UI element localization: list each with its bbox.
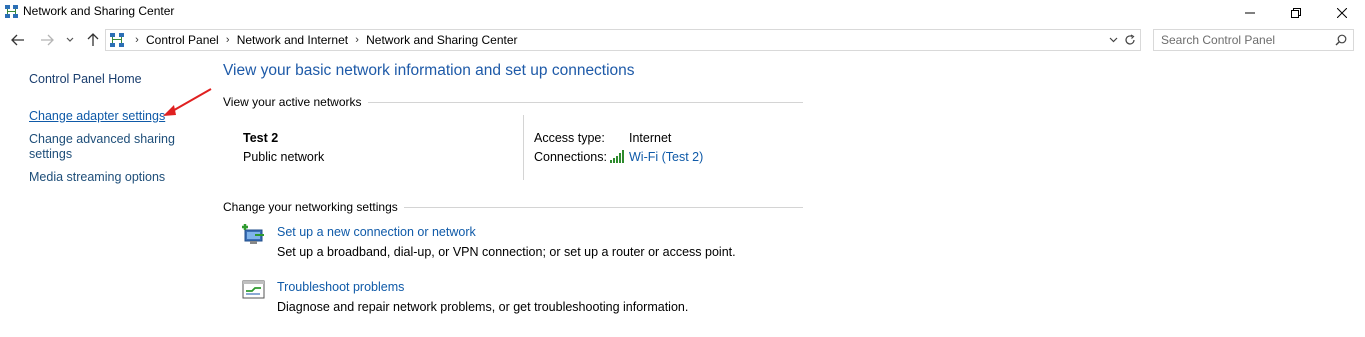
chevron-right-icon: ›	[355, 34, 359, 46]
setup-new-connection-link[interactable]: Set up a new connection or network	[277, 225, 476, 239]
change-settings-header: Change your networking settings	[223, 200, 803, 214]
access-type-value: Internet	[629, 131, 672, 145]
window-title: Network and Sharing Center	[23, 4, 175, 18]
up-button[interactable]	[84, 30, 102, 50]
close-icon	[1337, 7, 1347, 18]
refresh-button[interactable]	[1122, 32, 1138, 48]
connections-label: Connections:	[534, 150, 607, 164]
section-divider	[403, 206, 803, 208]
chevron-right-icon: ›	[225, 34, 230, 46]
search-icon[interactable]	[1335, 34, 1347, 46]
control-panel-icon	[110, 33, 124, 47]
address-history-button[interactable]	[1106, 32, 1120, 48]
troubleshoot-problems-link[interactable]: Troubleshoot problems	[277, 280, 404, 294]
breadcrumb-control-panel[interactable]: Control Panel	[146, 33, 219, 47]
maximize-icon	[1291, 7, 1301, 18]
close-button[interactable]	[1319, 0, 1365, 25]
active-networks-header: View your active networks	[223, 95, 803, 109]
chevron-down-icon	[66, 37, 74, 42]
vertical-divider	[523, 115, 524, 180]
change-advanced-sharing-settings-link[interactable]: Change advanced sharing settings	[29, 132, 179, 162]
back-button[interactable]	[9, 30, 27, 50]
network-type: Public network	[243, 150, 325, 164]
network-name: Test 2	[243, 131, 279, 145]
chevron-right-icon: ›	[135, 34, 139, 46]
page-title: View your basic network information and …	[223, 62, 635, 79]
navigation-bar: › Control Panel › Network and Internet ›…	[0, 28, 1365, 52]
arrow-right-icon	[41, 34, 54, 46]
forward-button[interactable]	[38, 30, 56, 50]
search-input[interactable]	[1154, 30, 1334, 50]
access-type-label: Access type:	[534, 131, 605, 145]
breadcrumb-network-sharing-center[interactable]: Network and Sharing Center	[366, 33, 517, 47]
recent-locations-button[interactable]	[63, 30, 77, 50]
network-center-icon	[5, 5, 18, 18]
title-bar: Network and Sharing Center	[0, 0, 1365, 25]
search-box[interactable]	[1153, 29, 1354, 51]
arrow-left-icon	[11, 34, 24, 46]
troubleshoot-problems-desc: Diagnose and repair network problems, or…	[277, 300, 689, 314]
wifi-signal-icon	[610, 150, 624, 163]
wifi-connection-link[interactable]: Wi-Fi (Test 2)	[629, 150, 703, 164]
change-adapter-settings-link[interactable]: Change adapter settings	[29, 109, 165, 124]
breadcrumb-network-and-internet[interactable]: Network and Internet	[237, 33, 348, 47]
arrow-up-icon	[87, 33, 99, 46]
chevron-down-icon	[1109, 37, 1117, 43]
media-streaming-options-link[interactable]: Media streaming options	[29, 170, 165, 185]
refresh-icon	[1125, 34, 1135, 45]
annotation-arrow-icon	[163, 88, 212, 116]
troubleshoot-icon	[242, 280, 265, 299]
section-divider	[367, 101, 803, 103]
minimize-icon	[1245, 12, 1255, 13]
setup-new-connection-desc: Set up a broadband, dial-up, or VPN conn…	[277, 245, 736, 259]
maximize-button[interactable]	[1273, 0, 1319, 25]
minimize-button[interactable]	[1227, 0, 1273, 25]
address-bar[interactable]: › Control Panel › Network and Internet ›…	[105, 29, 1141, 51]
breadcrumb: › Control Panel › Network and Internet ›…	[128, 33, 517, 47]
control-panel-home-link[interactable]: Control Panel Home	[29, 72, 142, 87]
new-connection-icon	[242, 224, 264, 244]
change-settings-label: Change your networking settings	[223, 200, 398, 214]
active-networks-label: View your active networks	[223, 95, 362, 109]
